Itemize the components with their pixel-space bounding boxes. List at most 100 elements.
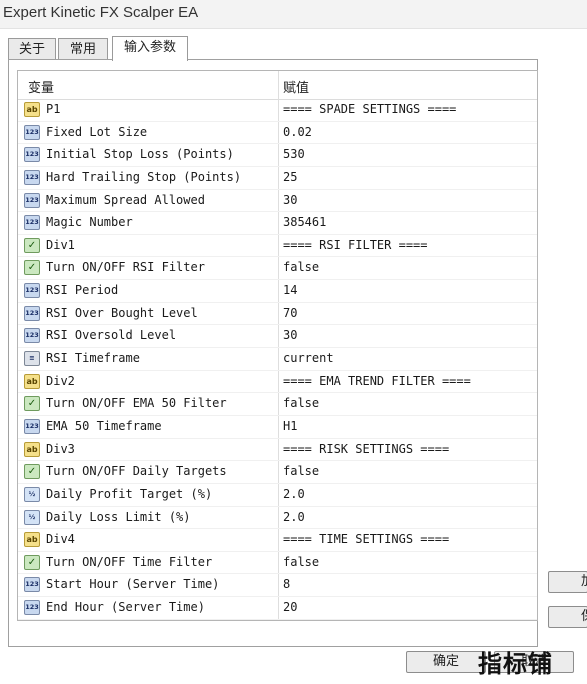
- save-button[interactable]: 保: [548, 606, 587, 628]
- parameter-rows: ab P1 ==== SPADE SETTINGS ==== 123 Fixed Lot…: [18, 99, 537, 620]
- parameter-row[interactable]: ✓ Div1 ==== RSI FILTER ====: [18, 235, 537, 258]
- parameter-value[interactable]: 30: [283, 328, 297, 342]
- column-header-variable[interactable]: 变量: [28, 77, 54, 96]
- bool-icon: ✓: [24, 554, 40, 570]
- title-bar: Expert Kinetic FX Scalper EA: [0, 0, 587, 29]
- parameter-name: Turn ON/OFF EMA 50 Filter: [46, 396, 227, 411]
- enum-icon: ≡: [24, 351, 40, 367]
- window-title: Expert Kinetic FX Scalper EA: [3, 4, 199, 21]
- parameter-row[interactable]: 123 Initial Stop Loss (Points) 530: [18, 144, 537, 167]
- load-button[interactable]: 加: [548, 571, 587, 593]
- string-icon: ab: [24, 373, 40, 389]
- number-icon: 123: [24, 418, 40, 434]
- parameter-name: RSI Timeframe: [46, 351, 140, 366]
- parameter-row[interactable]: ab Div3 ==== RISK SETTINGS ====: [18, 439, 537, 462]
- parameter-name: Div1: [46, 237, 75, 252]
- parameter-value[interactable]: 530: [283, 147, 305, 161]
- parameter-value[interactable]: false: [283, 260, 319, 274]
- parameter-value[interactable]: ==== RSI FILTER ====: [283, 238, 428, 252]
- double-icon: ½: [24, 509, 40, 525]
- parameter-row[interactable]: ≡ RSI Timeframe current: [18, 348, 537, 371]
- parameter-row[interactable]: ab P1 ==== SPADE SETTINGS ====: [18, 99, 537, 122]
- parameter-name: Turn ON/OFF Daily Targets: [46, 464, 227, 479]
- parameter-value[interactable]: 25: [283, 170, 297, 184]
- parameter-name: RSI Oversold Level: [46, 328, 177, 343]
- parameter-row[interactable]: ab Div4 ==== TIME SETTINGS ====: [18, 529, 537, 552]
- parameter-name: Turn ON/OFF Time Filter: [46, 554, 213, 569]
- tab-about[interactable]: 关于: [8, 38, 56, 60]
- parameters-grid: 变量 赋值 ab P1 ==== SPADE SETTINGS ==== 123 Fix…: [17, 70, 538, 621]
- parameter-row[interactable]: 123 RSI Oversold Level 30: [18, 325, 537, 349]
- parameter-row[interactable]: 123 Magic Number 385461: [18, 212, 537, 235]
- parameter-name: P1: [46, 102, 61, 116]
- parameter-name: Initial Stop Loss (Points): [46, 147, 234, 162]
- parameter-name: Daily Profit Target (%): [46, 486, 213, 501]
- parameter-row[interactable]: ✓ Turn ON/OFF Time Filter false: [18, 552, 537, 575]
- parameter-name: RSI Over Bought Level: [46, 305, 198, 320]
- parameter-row[interactable]: ab Div2 ==== EMA TREND FILTER ====: [18, 371, 537, 394]
- bool-icon: ✓: [24, 464, 40, 480]
- parameter-row[interactable]: ✓ Turn ON/OFF EMA 50 Filter false: [18, 393, 537, 416]
- parameter-value[interactable]: H1: [283, 419, 297, 433]
- string-icon: ab: [24, 532, 40, 548]
- tab-inputs[interactable]: 输入参数: [112, 36, 188, 61]
- parameter-value[interactable]: false: [283, 396, 319, 410]
- parameter-value[interactable]: ==== SPADE SETTINGS ====: [283, 102, 456, 116]
- parameter-row[interactable]: 123 RSI Period 14: [18, 280, 537, 303]
- parameter-value[interactable]: 20: [283, 600, 297, 614]
- parameter-name: Fixed Lot Size: [46, 124, 148, 139]
- parameter-value[interactable]: ==== TIME SETTINGS ====: [283, 532, 449, 546]
- double-icon: ½: [24, 486, 40, 502]
- parameter-value[interactable]: current: [283, 351, 334, 365]
- number-icon: 123: [24, 147, 40, 163]
- parameter-name: Start Hour (Server Time): [46, 577, 220, 592]
- number-icon: 123: [24, 215, 40, 231]
- parameter-row[interactable]: ½ Daily Loss Limit (%) 2.0: [18, 507, 537, 530]
- bool-icon: ✓: [24, 396, 40, 412]
- parameter-name: Turn ON/OFF RSI Filter: [46, 260, 205, 275]
- string-icon: ab: [24, 441, 40, 457]
- number-icon: 123: [24, 577, 40, 593]
- parameter-name: Div3: [46, 441, 75, 456]
- parameter-value[interactable]: 2.0: [283, 510, 305, 524]
- parameter-row[interactable]: 123 Fixed Lot Size 0.02: [18, 122, 537, 145]
- number-icon: 123: [24, 328, 40, 344]
- tab-common[interactable]: 常用: [58, 38, 108, 60]
- parameter-row[interactable]: ✓ Turn ON/OFF Daily Targets false: [18, 461, 537, 484]
- parameter-name: Hard Trailing Stop (Points): [46, 169, 242, 184]
- bool-icon: ✓: [24, 260, 40, 276]
- number-icon: 123: [24, 192, 40, 208]
- parameter-row[interactable]: 123 RSI Over Bought Level 70: [18, 303, 537, 326]
- parameter-value[interactable]: ==== EMA TREND FILTER ====: [283, 374, 471, 388]
- ok-button[interactable]: 确定: [406, 651, 486, 673]
- parameter-row[interactable]: 123 Maximum Spread Allowed 30: [18, 190, 537, 213]
- parameter-name: Maximum Spread Allowed: [46, 192, 205, 207]
- column-header-value[interactable]: 赋值: [283, 77, 309, 96]
- parameter-row[interactable]: ✓ Turn ON/OFF RSI Filter false: [18, 257, 537, 281]
- number-icon: 123: [24, 169, 40, 185]
- parameter-name: RSI Period: [46, 283, 119, 298]
- parameter-row[interactable]: 123 EMA 50 Timeframe H1: [18, 416, 537, 439]
- parameter-value[interactable]: 70: [283, 306, 297, 320]
- parameter-value[interactable]: 30: [283, 193, 297, 207]
- parameter-value[interactable]: false: [283, 555, 319, 569]
- parameter-row[interactable]: 123 Start Hour (Server Time) 8: [18, 574, 537, 598]
- parameter-value[interactable]: 385461: [283, 215, 326, 229]
- parameter-row[interactable]: ½ Daily Profit Target (%) 2.0: [18, 484, 537, 507]
- number-icon: 123: [24, 283, 40, 299]
- parameter-value[interactable]: ==== RISK SETTINGS ====: [283, 442, 449, 456]
- number-icon: 123: [24, 600, 40, 616]
- parameter-name: Div4: [46, 532, 75, 547]
- parameter-value[interactable]: 0.02: [283, 125, 312, 139]
- parameter-row[interactable]: 123 Hard Trailing Stop (Points) 25: [18, 167, 537, 190]
- number-icon: 123: [24, 305, 40, 321]
- parameter-name: Magic Number: [46, 215, 133, 230]
- parameter-value[interactable]: 8: [283, 577, 290, 591]
- parameter-row[interactable]: 123 End Hour (Server Time) 20: [18, 597, 537, 620]
- parameter-name: EMA 50 Timeframe: [46, 418, 162, 433]
- parameter-value[interactable]: 14: [283, 283, 297, 297]
- parameter-value[interactable]: false: [283, 464, 319, 478]
- parameter-value[interactable]: 2.0: [283, 487, 305, 501]
- parameter-name: Div2: [46, 373, 75, 388]
- parameter-name: End Hour (Server Time): [46, 600, 205, 615]
